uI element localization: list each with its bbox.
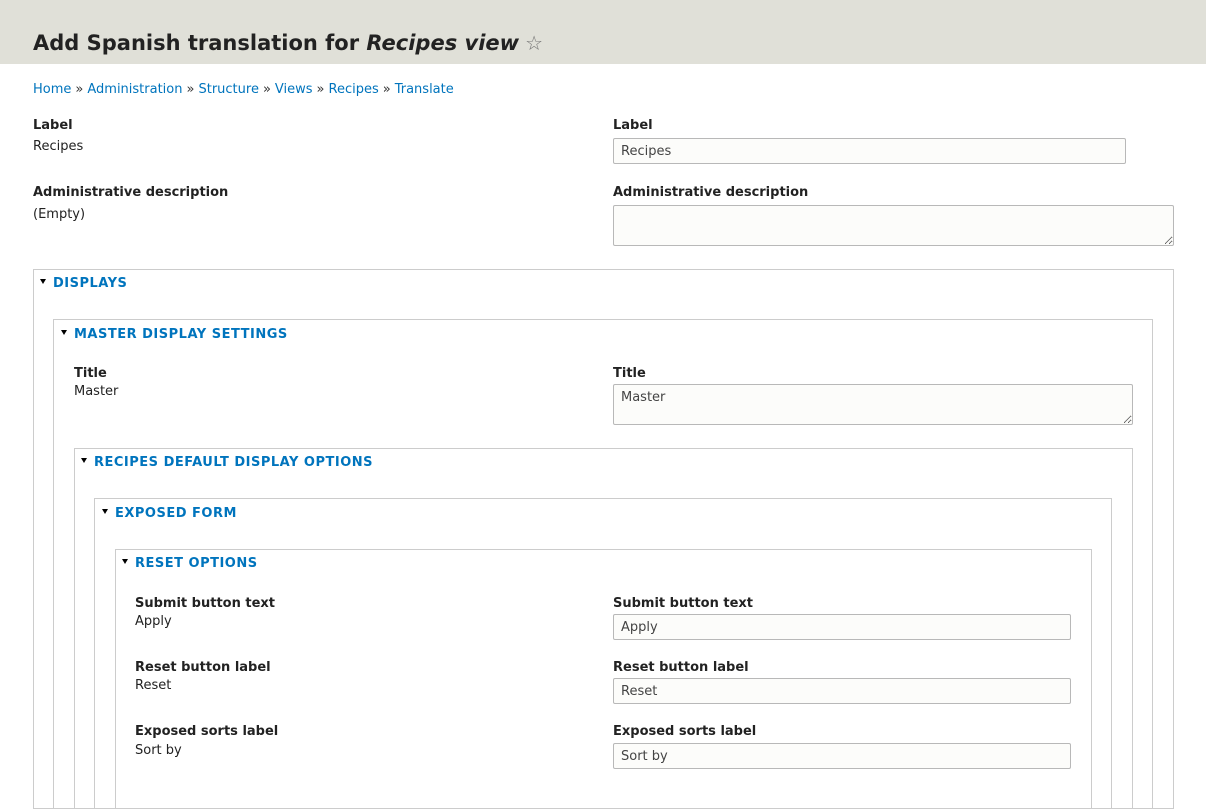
source-sorts-heading: Exposed sorts label <box>135 724 279 739</box>
source-label-heading: Label <box>33 118 73 133</box>
description-textarea[interactable] <box>613 205 1174 246</box>
displays-toggle[interactable]: DISPLAYS <box>40 276 127 292</box>
translation-sorts-heading: Exposed sorts label <box>613 724 757 739</box>
page-header: Add Spanish translation for Recipes view… <box>0 0 1206 64</box>
breadcrumb-structure[interactable]: Structure <box>198 82 258 97</box>
source-reset-heading: Reset button label <box>135 660 271 675</box>
breadcrumb: Home» Administration» Structure» Views» Reci… <box>33 82 454 98</box>
source-title-heading: Title <box>74 366 107 381</box>
source-description-heading: Administrative description <box>33 185 229 200</box>
breadcrumb-views[interactable]: Views <box>275 82 313 97</box>
translation-title-heading: Title <box>613 366 646 381</box>
source-submit-heading: Submit button text <box>135 596 275 611</box>
breadcrumb-administration[interactable]: Administration <box>87 82 182 97</box>
breadcrumb-separator: » <box>262 82 271 97</box>
exposed-form-toggle[interactable]: EXPOSED FORM <box>102 506 237 522</box>
source-label-value: Recipes <box>33 139 84 154</box>
breadcrumb-separator: » <box>75 82 84 97</box>
reset-button-label-input[interactable] <box>613 678 1071 704</box>
page-title: Add Spanish translation for Recipes view… <box>33 28 543 58</box>
triangle-down-icon <box>61 330 67 335</box>
source-description-value: (Empty) <box>33 207 86 222</box>
triangle-down-icon <box>102 509 108 514</box>
breadcrumb-separator: » <box>316 82 325 97</box>
breadcrumb-translate[interactable]: Translate <box>395 82 454 97</box>
translation-submit-heading: Submit button text <box>613 596 753 611</box>
default-display-options-toggle[interactable]: RECIPES DEFAULT DISPLAY OPTIONS <box>81 455 373 471</box>
displays-legend: DISPLAYS <box>53 276 128 291</box>
breadcrumb-separator: » <box>382 82 391 97</box>
master-display-toggle[interactable]: MASTER DISPLAY SETTINGS <box>61 327 288 343</box>
label-input[interactable] <box>613 138 1126 164</box>
exposed-form-legend: EXPOSED FORM <box>115 506 237 521</box>
triangle-down-icon <box>81 458 87 463</box>
translation-reset-heading: Reset button label <box>613 660 749 675</box>
triangle-down-icon <box>122 559 128 564</box>
breadcrumb-recipes[interactable]: Recipes <box>329 82 379 97</box>
star-icon[interactable]: ☆ <box>525 31 543 55</box>
default-display-options-legend: RECIPES DEFAULT DISPLAY OPTIONS <box>94 455 374 470</box>
master-display-legend: MASTER DISPLAY SETTINGS <box>74 327 288 342</box>
page-title-prefix: Add Spanish translation for <box>33 31 360 55</box>
submit-button-text-input[interactable] <box>613 614 1071 640</box>
breadcrumb-home[interactable]: Home <box>33 82 71 97</box>
exposed-sorts-label-input[interactable] <box>613 743 1071 769</box>
translation-description-heading: Administrative description <box>613 185 809 200</box>
source-title-value: Master <box>74 384 119 399</box>
page-title-subject: Recipes view <box>366 31 520 55</box>
source-reset-value: Reset <box>135 678 172 693</box>
source-sorts-value: Sort by <box>135 743 182 758</box>
triangle-down-icon <box>40 279 46 284</box>
source-submit-value: Apply <box>135 614 172 629</box>
breadcrumb-separator: » <box>186 82 195 97</box>
translation-label-heading: Label <box>613 118 653 133</box>
reset-options-legend: RESET OPTIONS <box>135 556 258 571</box>
reset-options-toggle[interactable]: RESET OPTIONS <box>122 556 258 572</box>
title-textarea[interactable]: Master <box>613 384 1133 425</box>
